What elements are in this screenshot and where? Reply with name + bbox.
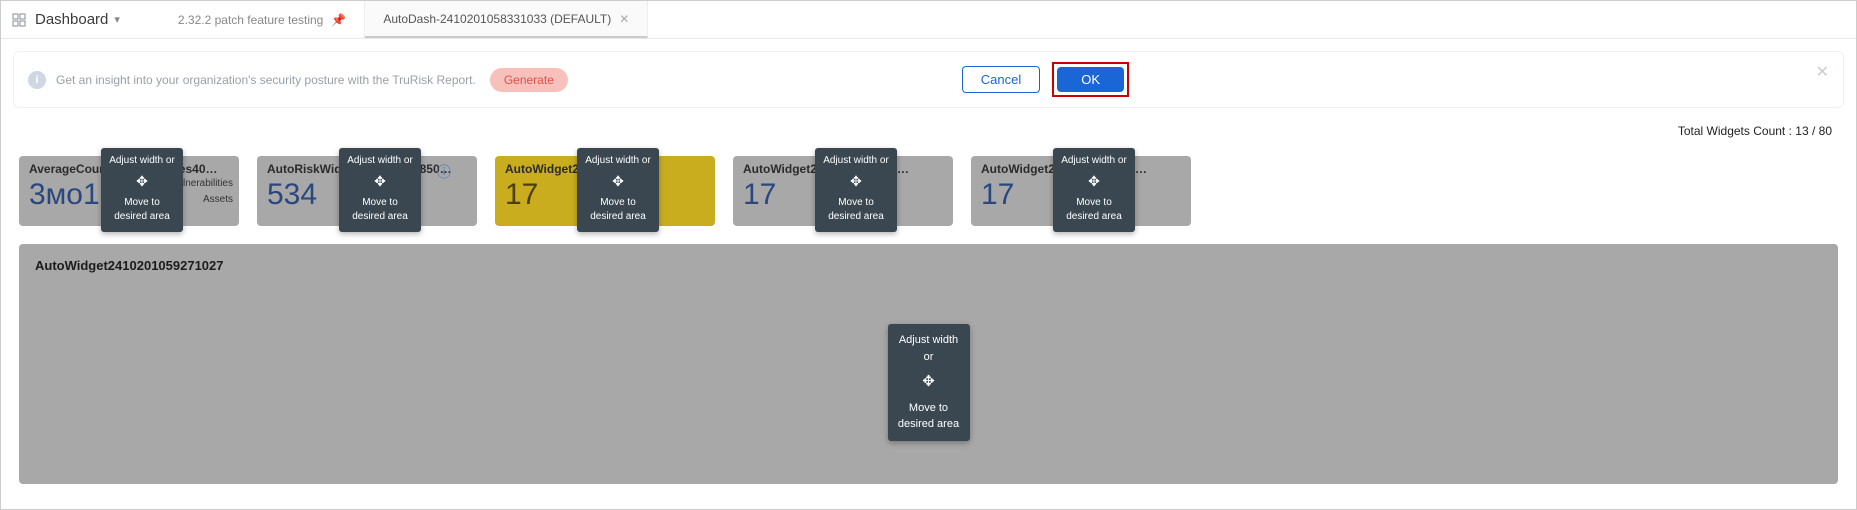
widget-card-large[interactable]: AutoWidget2410201059271027 Adjust width …: [19, 244, 1838, 484]
pin-icon[interactable]: 📌: [331, 13, 346, 27]
widgets-count-label: Total Widgets Count :: [1678, 124, 1792, 138]
tab-label: AutoDash-2410201058331033 (DEFAULT): [383, 12, 611, 26]
close-banner-icon[interactable]: ✕: [1816, 62, 1829, 82]
chevron-down-icon[interactable]: ▾: [114, 13, 120, 26]
drag-tooltip[interactable]: Adjust width or ✥ Move to desired area: [815, 148, 897, 232]
apps-grid-icon[interactable]: [11, 12, 27, 28]
widget-card[interactable]: AverageCountVulnerabilities40…3мo16Vulne…: [19, 156, 239, 226]
info-icon[interactable]: ⓘ: [437, 162, 451, 182]
widget-card[interactable]: AutoWidget2410201059281…17Adjust width o…: [733, 156, 953, 226]
tooltip-line1: Adjust width or: [1059, 154, 1129, 168]
ok-button[interactable]: OK: [1057, 67, 1124, 92]
drag-tooltip[interactable]: Adjust width or ✥ Move to desired area: [888, 324, 970, 441]
tooltip-line2: Move to desired area: [821, 196, 891, 224]
page-title: Dashboard: [35, 11, 108, 28]
generate-button[interactable]: Generate: [490, 68, 568, 92]
tooltip-line1: Adjust width or: [894, 332, 964, 365]
tooltip-line1: Adjust width or: [107, 154, 177, 168]
trurisk-banner: i Get an insight into your organization'…: [13, 51, 1844, 108]
widget-card[interactable]: AutoWidget241020105911317Adjust width or…: [495, 156, 715, 226]
move-icon: ✥: [1059, 172, 1129, 192]
drag-tooltip[interactable]: Adjust width or ✥ Move to desired area: [1053, 148, 1135, 232]
tooltip-line2: Move to desired area: [107, 196, 177, 224]
drag-tooltip[interactable]: Adjust width or ✥ Move to desired area: [577, 148, 659, 232]
tab-patch-testing[interactable]: 2.32.2 patch feature testing 📌: [160, 1, 365, 38]
tooltip-line2: Move to desired area: [1059, 196, 1129, 224]
widget-card[interactable]: AutoRiskWidget241020105850…ⓘ534Adjust wi…: [257, 156, 477, 226]
drag-tooltip[interactable]: Adjust width or ✥ Move to desired area: [339, 148, 421, 232]
tooltip-line1: Adjust width or: [821, 154, 891, 168]
widgets-count-max: 80: [1819, 124, 1832, 138]
widget-card[interactable]: AutoWidget2410201059281…17Adjust width o…: [971, 156, 1191, 226]
tab-label: 2.32.2 patch feature testing: [178, 13, 323, 27]
move-icon: ✥: [583, 172, 653, 192]
move-icon: ✥: [107, 172, 177, 192]
tooltip-line2: Move to desired area: [345, 196, 415, 224]
drag-tooltip[interactable]: Adjust width or ✥ Move to desired area: [101, 148, 183, 232]
close-tab-icon[interactable]: ✕: [619, 12, 629, 26]
move-icon: ✥: [894, 371, 964, 394]
tooltip-line2: Move to desired area: [583, 196, 653, 224]
move-icon: ✥: [821, 172, 891, 192]
tooltip-line1: Adjust width or: [345, 154, 415, 168]
ok-button-highlight: OK: [1052, 62, 1129, 97]
cancel-button[interactable]: Cancel: [962, 66, 1040, 93]
tooltip-line1: Adjust width or: [583, 154, 653, 168]
info-icon: i: [28, 71, 46, 89]
tab-autodash-default[interactable]: AutoDash-2410201058331033 (DEFAULT) ✕: [365, 1, 648, 38]
tooltip-line2: Move to desired area: [894, 400, 964, 433]
widgets-count-current: 13: [1795, 124, 1808, 138]
move-icon: ✥: [345, 172, 415, 192]
banner-message: Get an insight into your organization's …: [56, 73, 476, 87]
widget-title: AutoWidget2410201059271027: [35, 258, 1822, 273]
